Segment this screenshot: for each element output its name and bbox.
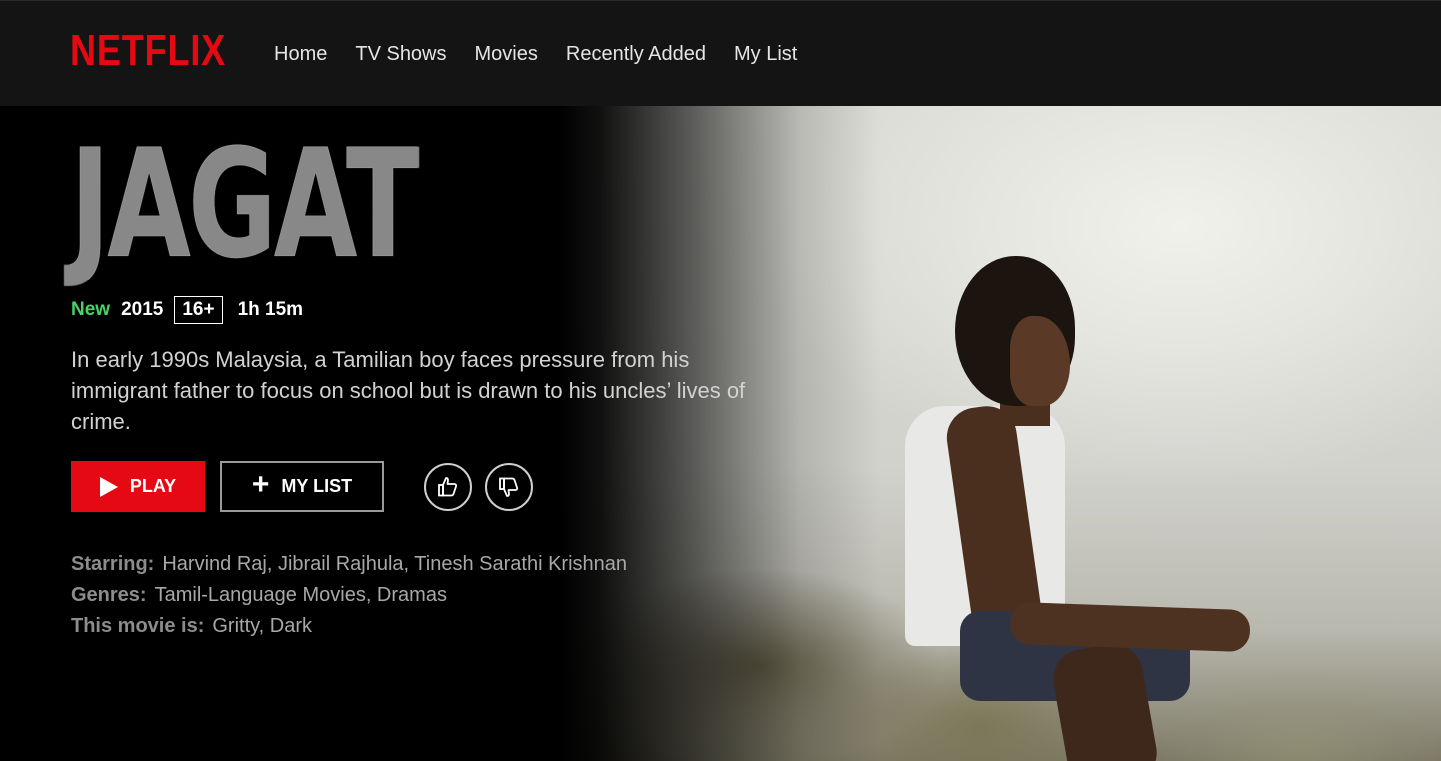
netflix-logo[interactable]: NETFLIX	[70, 29, 226, 73]
thumbs-up-icon	[438, 476, 458, 496]
thumbs-up-button[interactable]	[424, 462, 472, 511]
title-logo: JAGAT	[70, 118, 420, 292]
genres-value: Tamil-Language Movies, Dramas	[154, 584, 447, 606]
release-year: 2015	[121, 299, 164, 320]
thumbs-down-button[interactable]	[485, 462, 533, 511]
action-buttons: PLAY + MY LIST	[71, 461, 546, 512]
movie-description-row: This movie is: Gritty, Dark	[71, 611, 627, 642]
plus-icon: +	[251, 468, 270, 501]
starring-value: Harvind Raj, Jibrail Rajhula, Tinesh Sar…	[162, 553, 628, 575]
maturity-rating-badge: 16+	[174, 296, 223, 324]
title-details: Starring: Harvind Raj, Jibrail Rajhula, T…	[71, 549, 627, 642]
movie-description-label: This movie is:	[71, 615, 205, 637]
nav-item-recently-added[interactable]: Recently Added	[566, 42, 706, 66]
synopsis: In early 1990s Malaysia, a Tamilian boy …	[71, 347, 746, 434]
duration: 1h 15m	[237, 299, 304, 320]
thumbs-down-icon	[499, 477, 519, 497]
top-navigation-bar: NETFLIX Home TV Shows Movies Recently Ad…	[0, 0, 1441, 106]
main-nav: Home TV Shows Movies Recently Added My L…	[274, 42, 825, 66]
my-list-button-label: MY LIST	[281, 476, 353, 496]
add-to-my-list-button[interactable]: + MY LIST	[220, 461, 384, 512]
movie-description-value: Gritty, Dark	[212, 615, 313, 637]
starring-label: Starring:	[71, 553, 155, 575]
play-icon	[99, 476, 118, 497]
title-meta: New 2015 16+ 1h 15m	[71, 296, 303, 324]
nav-item-movies[interactable]: Movies	[475, 42, 538, 66]
genres-label: Genres:	[71, 584, 147, 606]
starring-row: Starring: Harvind Raj, Jibrail Rajhula, T…	[71, 549, 627, 580]
play-button[interactable]: PLAY	[71, 461, 205, 512]
nav-item-tv-shows[interactable]: TV Shows	[355, 42, 446, 66]
nav-item-home[interactable]: Home	[274, 42, 327, 66]
new-badge: New	[71, 299, 111, 320]
nav-item-my-list[interactable]: My List	[734, 42, 797, 66]
play-button-label: PLAY	[129, 476, 177, 496]
genres-row: Genres: Tamil-Language Movies, Dramas	[71, 580, 627, 611]
title-hero: JAGAT New 2015 16+ 1h 15m In early 1990s…	[0, 106, 1441, 761]
